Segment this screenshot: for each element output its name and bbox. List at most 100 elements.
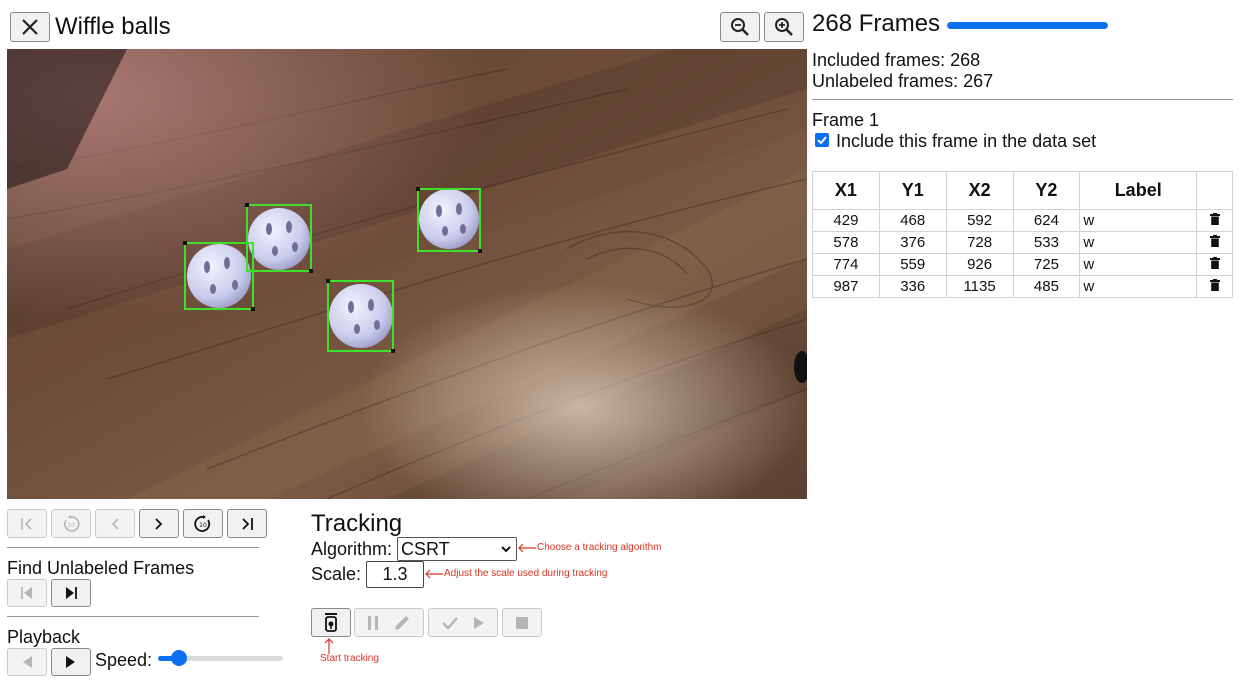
cell-label[interactable]: w (1079, 275, 1198, 298)
algorithm-label: Algorithm: (311, 539, 393, 559)
last-frame-icon (242, 517, 253, 530)
unlabeled-frames-text: Unlabeled frames: 267 (812, 71, 994, 91)
frame-viewer[interactable] (7, 49, 807, 499)
column-header-actions (1196, 171, 1233, 210)
delete-row-button[interactable] (1196, 275, 1233, 298)
include-frame-checkbox[interactable] (815, 133, 829, 147)
table-row: 429 468 592 624 w (812, 209, 1233, 232)
chevron-down-icon (501, 546, 511, 553)
first-frame-button[interactable] (7, 509, 47, 538)
cell-x1[interactable]: 774 (812, 253, 880, 276)
play-icon (474, 616, 484, 629)
trash-icon (1209, 257, 1220, 269)
cell-y2[interactable]: 485 (1012, 275, 1081, 298)
algorithm-select[interactable]: CSRT (397, 537, 517, 561)
divider (7, 547, 259, 548)
table-row: 774 559 926 725 w (812, 253, 1233, 276)
previous-unlabeled-icon (21, 587, 32, 599)
speed-slider-thumb[interactable] (171, 650, 188, 666)
cell-y1[interactable]: 376 (878, 231, 947, 254)
cell-label[interactable]: w (1079, 231, 1198, 254)
cell-x2[interactable]: 1135 (945, 275, 1014, 298)
play-backward-button[interactable] (7, 648, 47, 676)
cell-y2[interactable]: 725 (1012, 253, 1081, 276)
start-tracking-annotation: Start tracking (320, 653, 379, 664)
close-button[interactable] (10, 12, 50, 42)
cell-label[interactable]: w (1079, 253, 1198, 276)
included-frames-text: Included frames: 268 (812, 50, 981, 70)
next-unlabeled-icon (66, 587, 77, 599)
play-backward-icon (23, 656, 32, 668)
cell-x1[interactable]: 578 (812, 231, 880, 254)
cell-x2[interactable]: 926 (945, 253, 1014, 276)
scale-annotation: Adjust the scale used during tracking (444, 568, 608, 579)
delete-row-button[interactable] (1196, 253, 1233, 276)
back-10-button[interactable]: 10 (51, 509, 91, 538)
delete-row-button[interactable] (1196, 231, 1233, 254)
accept-continue-button[interactable] (428, 608, 498, 637)
play-forward-button[interactable] (51, 648, 91, 676)
next-unlabeled-button[interactable] (51, 579, 91, 607)
include-frame-label: Include this frame in the data set (836, 131, 1097, 151)
stop-tracking-button[interactable] (502, 608, 542, 637)
previous-unlabeled-button[interactable] (7, 579, 47, 607)
cell-x2[interactable]: 728 (945, 231, 1014, 254)
close-icon (22, 19, 38, 35)
cell-y1[interactable]: 336 (878, 275, 947, 298)
pause-icon (368, 615, 378, 630)
bounding-box-table: X1 Y1 X2 Y2 Label 429 468 592 624 w 578 … (812, 171, 1233, 298)
wiffle-ball-1 (187, 244, 251, 308)
table-header-row: X1 Y1 X2 Y2 Label (812, 171, 1233, 210)
cell-y1[interactable]: 559 (878, 253, 947, 276)
annotation-arrow (518, 543, 536, 553)
zoom-in-button[interactable] (764, 12, 804, 42)
speed-label: Speed: (95, 650, 153, 670)
previous-frame-icon (111, 517, 119, 530)
frames-progress-fill (947, 22, 1108, 29)
forward-10-button[interactable]: 10 (183, 509, 223, 538)
column-header-x1: X1 (812, 171, 880, 210)
zoom-out-button[interactable] (720, 12, 760, 42)
zoom-out-icon (731, 18, 749, 36)
svg-text:10: 10 (67, 522, 75, 529)
next-frame-button[interactable] (139, 509, 179, 538)
cell-y2[interactable]: 533 (1012, 231, 1081, 254)
trash-icon (1209, 279, 1220, 291)
first-frame-icon (21, 517, 32, 530)
column-header-x2: X2 (945, 171, 1014, 210)
check-icon (442, 616, 458, 630)
cell-label[interactable]: w (1079, 209, 1198, 232)
next-frame-icon (155, 517, 163, 530)
scale-label: Scale: (311, 564, 362, 584)
frame-image (7, 49, 807, 499)
algorithm-select-value: CSRT (401, 539, 450, 559)
stop-icon (516, 616, 528, 629)
find-unlabeled-title: Find Unlabeled Frames (7, 558, 195, 578)
cell-y2[interactable]: 624 (1012, 209, 1081, 232)
tracking-icon (325, 612, 337, 632)
scale-input[interactable]: 1.3 (366, 561, 424, 588)
table-row: 987 336 1135 485 w (812, 275, 1233, 298)
divider (7, 616, 259, 617)
checkmark-icon (817, 136, 827, 145)
algorithm-annotation: Choose a tracking algorithm (537, 542, 662, 553)
last-frame-button[interactable] (227, 509, 267, 538)
forward-10-icon: 10 (194, 514, 211, 532)
divider (812, 99, 1233, 100)
frames-progress-bar (947, 22, 1108, 29)
delete-row-button[interactable] (1196, 209, 1233, 232)
cell-x1[interactable]: 987 (812, 275, 880, 298)
cell-y1[interactable]: 468 (878, 209, 947, 232)
previous-frame-button[interactable] (95, 509, 135, 538)
dataset-title: Wiffle balls (55, 13, 171, 40)
frames-count-title: 268 Frames (812, 10, 941, 37)
svg-text:10: 10 (199, 522, 207, 529)
playback-title: Playback (7, 627, 81, 647)
cell-x2[interactable]: 592 (945, 209, 1014, 232)
trash-icon (1209, 213, 1220, 225)
pause-edit-button[interactable] (354, 608, 424, 637)
cell-x1[interactable]: 429 (812, 209, 880, 232)
back-10-icon: 10 (63, 514, 80, 532)
start-tracking-button[interactable] (311, 608, 351, 637)
trash-icon (1209, 235, 1220, 247)
